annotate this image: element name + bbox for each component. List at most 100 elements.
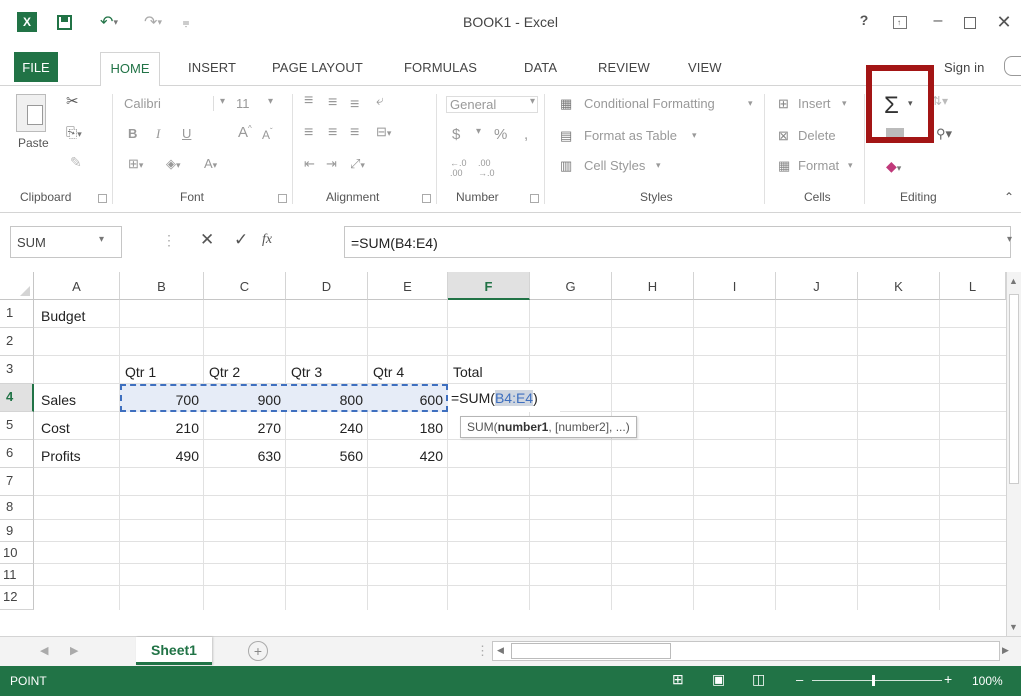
cell-c3[interactable]: Qtr 2 — [204, 358, 245, 386]
tab-home[interactable]: HOME — [100, 52, 160, 86]
name-box-dropdown-icon[interactable]: ▾ — [99, 234, 104, 245]
cell-b4[interactable]: 700 — [120, 386, 204, 414]
format-painter-icon[interactable]: ✎ — [70, 154, 82, 171]
cell-b3[interactable]: Qtr 1 — [120, 358, 161, 386]
decrease-font-icon[interactable]: Aˇ — [262, 127, 273, 142]
help-button[interactable]: ? — [852, 12, 876, 34]
zoom-out-icon[interactable]: – — [796, 672, 803, 687]
vertical-scrollbar[interactable]: ▲ ▼ — [1006, 272, 1021, 636]
maximize-button[interactable] — [958, 12, 982, 34]
cell-styles-button[interactable]: Cell Styles — [584, 158, 645, 173]
cell-d6[interactable]: 560 — [286, 442, 368, 470]
column-header-d[interactable]: D — [286, 272, 368, 300]
align-right-icon[interactable]: ≡ — [350, 124, 359, 142]
name-box[interactable]: SUM ▾ — [10, 226, 122, 258]
font-color-icon[interactable]: A▾ — [204, 156, 217, 171]
column-header-f[interactable]: F — [448, 272, 530, 300]
cell-e3[interactable]: Qtr 4 — [368, 358, 409, 386]
currency-button[interactable]: $ — [452, 126, 460, 143]
row-header-4[interactable]: 4 — [0, 384, 34, 412]
paste-label[interactable]: Paste — [18, 136, 49, 150]
cell-e4[interactable]: 600 — [368, 386, 448, 414]
column-header-e[interactable]: E — [368, 272, 448, 300]
cell-d5[interactable]: 240 — [286, 414, 368, 442]
column-header-l[interactable]: L — [940, 272, 1006, 300]
cell-d4[interactable]: 800 — [286, 386, 368, 414]
font-size-box[interactable]: 11 — [236, 96, 250, 111]
enter-entry-icon[interactable]: ✓ — [234, 230, 248, 250]
comma-button[interactable]: , — [524, 126, 528, 143]
column-header-g[interactable]: G — [530, 272, 612, 300]
font-launcher-icon[interactable] — [278, 194, 287, 203]
paste-icon[interactable] — [16, 94, 46, 132]
sign-in-link[interactable]: Sign in — [944, 60, 984, 75]
tab-splitter-icon[interactable]: ⋮ — [476, 643, 489, 659]
cell-e5[interactable]: 180 — [368, 414, 448, 442]
sort-filter-icon[interactable]: ⇅▾ — [932, 94, 948, 108]
page-break-view-icon[interactable]: ◫ — [752, 671, 765, 688]
cell-c5[interactable]: 270 — [204, 414, 286, 442]
tab-insert[interactable]: INSERT — [188, 60, 236, 75]
fill-color-icon[interactable]: ◈▾ — [166, 156, 181, 172]
minimize-button[interactable]: – — [926, 12, 950, 34]
cell-f3[interactable]: Total — [448, 358, 488, 386]
align-left-icon[interactable]: ≡ — [304, 124, 313, 142]
cell-a5[interactable]: Cost — [36, 414, 75, 442]
cell-f4-editor[interactable]: =SUM(B4:E4) — [448, 384, 560, 412]
orientation-icon[interactable]: ⤢▾ — [350, 156, 365, 172]
borders-icon[interactable]: ⊞▾ — [128, 156, 143, 172]
column-header-k[interactable]: K — [858, 272, 940, 300]
column-header-b[interactable]: B — [120, 272, 204, 300]
row-header-9[interactable]: 9 — [0, 520, 34, 542]
cancel-entry-icon[interactable]: ✕ — [200, 230, 214, 250]
row-header-2[interactable]: 2 — [0, 328, 34, 356]
cell-a4[interactable]: Sales — [36, 386, 81, 414]
column-header-i[interactable]: I — [694, 272, 776, 300]
underline-button[interactable]: U — [182, 126, 191, 141]
zoom-level[interactable]: 100% — [972, 674, 1003, 688]
tab-view[interactable]: VIEW — [688, 60, 722, 75]
add-sheet-button[interactable]: + — [248, 641, 268, 661]
column-header-j[interactable]: J — [776, 272, 858, 300]
row-header-11[interactable]: 11 — [0, 564, 34, 586]
align-middle-icon[interactable]: ≡ — [328, 94, 337, 112]
insert-function-icon[interactable]: fx — [262, 232, 272, 248]
collapse-ribbon-icon[interactable]: ⌃ — [1004, 190, 1014, 204]
zoom-in-icon[interactable]: + — [944, 671, 952, 687]
row-header-1[interactable]: 1 — [0, 300, 34, 328]
cell-d3[interactable]: Qtr 3 — [286, 358, 327, 386]
zoom-slider[interactable] — [812, 680, 942, 681]
row-header-10[interactable]: 10 — [0, 542, 34, 564]
column-header-a[interactable]: A — [34, 272, 120, 300]
align-center-icon[interactable]: ≡ — [328, 124, 337, 142]
account-avatar-icon[interactable] — [1004, 56, 1021, 76]
percent-button[interactable]: % — [494, 126, 507, 143]
number-launcher-icon[interactable] — [530, 194, 539, 203]
cell-e6[interactable]: 420 — [368, 442, 448, 470]
decrease-indent-icon[interactable]: ⇤ — [304, 156, 315, 172]
font-name-box[interactable]: Calibri — [124, 96, 214, 111]
cell-a6[interactable]: Profits — [36, 442, 86, 470]
conditional-formatting-button[interactable]: Conditional Formatting — [584, 96, 715, 111]
tab-file[interactable]: FILE — [14, 52, 58, 82]
increase-font-icon[interactable]: A^ — [238, 124, 252, 141]
close-button[interactable]: ✕ — [992, 12, 1016, 34]
increase-indent-icon[interactable]: ⇥ — [326, 156, 337, 172]
insert-cells-button[interactable]: Insert — [798, 96, 831, 111]
align-bottom-icon[interactable]: ≡ — [350, 96, 359, 114]
delete-cells-button[interactable]: Delete — [798, 128, 836, 143]
number-format-box[interactable]: General — [446, 96, 538, 113]
row-header-7[interactable]: 7 — [0, 468, 34, 496]
decrease-decimal-icon[interactable]: .00 →.0 — [478, 158, 495, 178]
row-header-3[interactable]: 3 — [0, 356, 34, 384]
format-as-table-button[interactable]: Format as Table — [584, 128, 677, 143]
wrap-text-icon[interactable]: ⤶ — [376, 92, 384, 109]
row-header-12[interactable]: 12 — [0, 586, 34, 610]
zoom-slider-thumb[interactable] — [872, 675, 875, 686]
bold-button[interactable]: B — [128, 126, 137, 141]
align-top-icon[interactable]: ≡ — [304, 92, 313, 110]
copy-icon[interactable]: ⎘▾ — [66, 124, 82, 141]
formula-bar-splitter-icon[interactable]: ⋮ — [162, 232, 176, 249]
ribbon-display-icon[interactable]: ↑ — [888, 12, 912, 34]
cell-c4[interactable]: 900 — [204, 386, 286, 414]
